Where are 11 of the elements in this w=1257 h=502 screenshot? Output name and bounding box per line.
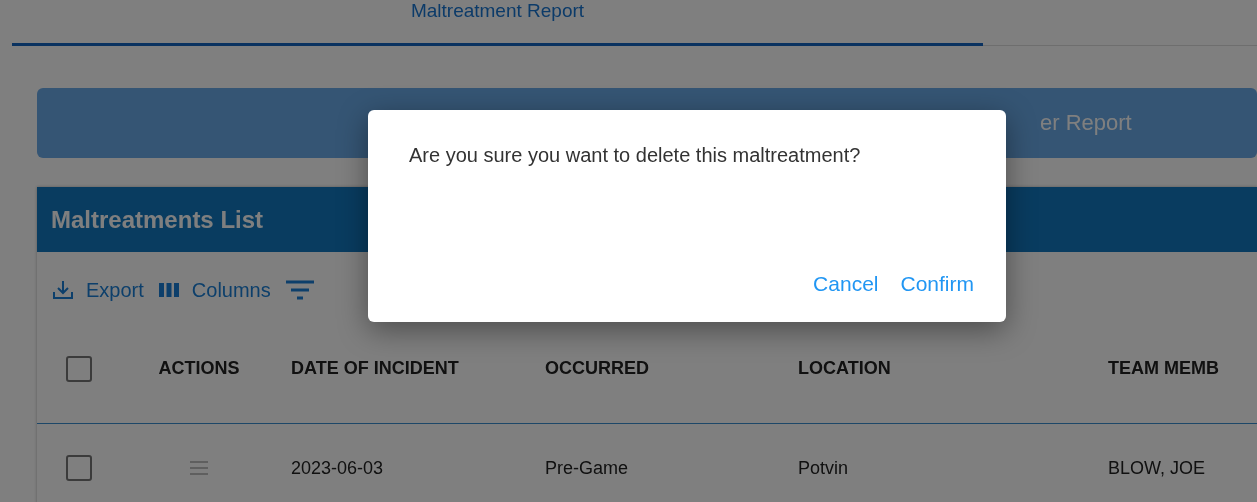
column-header: TEAM MEMB <box>1108 358 1219 379</box>
card-title: Maltreatments List <box>51 205 264 234</box>
dialog-message: Are you sure you want to delete this maltreatment? <box>409 144 862 167</box>
table-cell: Potvin <box>798 457 849 479</box>
table-cell: 2023-06-03 <box>291 457 384 479</box>
table-cell: Pre-Game <box>545 457 629 479</box>
column-header: DATE OF INCIDENT <box>291 358 459 379</box>
column-header: LOCATION <box>798 358 891 379</box>
column-header: OCCURRED <box>545 358 649 379</box>
column-header: ACTIONS <box>158 358 240 379</box>
table-cell: BLOW, JOE <box>1108 457 1206 479</box>
